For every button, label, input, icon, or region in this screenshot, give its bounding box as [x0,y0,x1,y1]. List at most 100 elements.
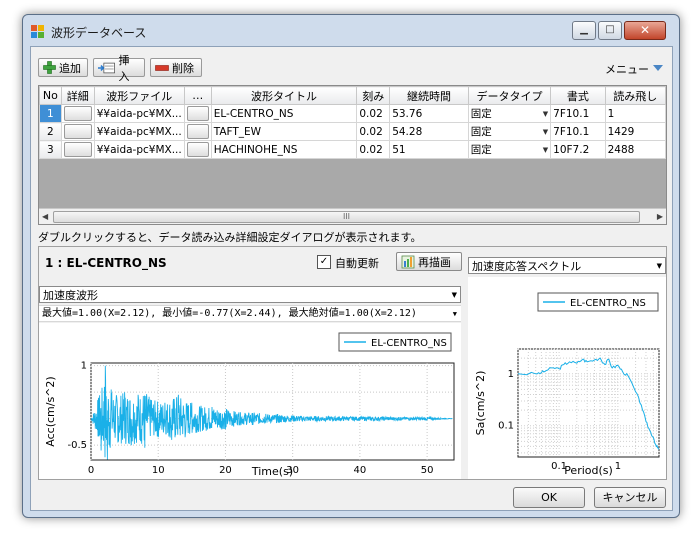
insert-label: 挿入 [118,53,130,83]
time-history-chart[interactable]: 0 10 20 30 40 501-0.5Time(s)Acc(cm/s^2)EL-CEN… [39,323,461,479]
browse-button[interactable] [186,124,209,139]
scroll-left-icon[interactable]: ◀ [42,212,48,221]
title-bar[interactable]: 波形データベース ▁ □ ✕ [23,15,679,47]
header-skip[interactable]: 読み飛し [604,86,666,105]
waveform-table: No 詳細 波形ファイル … 波形タイトル 刻み 継続時間 データタイプ 書式 … [39,86,666,159]
title-cell[interactable]: EL-CENTRO_NS [210,104,358,123]
file-cell[interactable]: ¥¥aida-pc¥MX... [93,122,185,141]
title-cell[interactable]: TAFT_EW [210,122,358,141]
table-row[interactable]: 3 ¥¥aida-pc¥MX... HACHINOHE_NS 0.02 51 固… [39,140,666,159]
wave-type-value: 加速度波形 [43,288,98,302]
close-button[interactable]: ✕ [624,21,666,40]
detail-button[interactable] [63,106,92,121]
response-spectrum-chart-panel: 0.1 1 1 0.1 Period(s) Sa(cm/s^2) EL-CENTRO_NS [468,277,666,479]
minimize-button[interactable]: ▁ [572,21,596,40]
skip-cell[interactable]: 2488 [604,140,666,159]
dropdown-arrow-icon[interactable]: ▼ [543,146,548,154]
maximize-button[interactable]: □ [598,21,622,40]
time-history-chart-panel: 0 10 20 30 40 50 1 -0.5 Time(s) Acc(cm/s^2) EL-CEN… [39,323,461,479]
x-tick-label: 50 [421,465,434,476]
y-axis-label: Acc(cm/s^2) [44,376,57,446]
format-cell[interactable]: 7F10.1 [550,122,606,141]
duration-cell[interactable]: 51 [389,140,469,159]
table-row[interactable]: 2 ¥¥aida-pc¥MX... TAFT_EW 0.02 54.28 固定 ▼… [39,122,666,141]
delete-button[interactable]: 削除 [150,58,202,77]
file-cell[interactable]: ¥¥aida-pc¥MX... [93,140,185,159]
detail-button[interactable] [63,124,92,139]
header-file[interactable]: 波形ファイル [93,86,185,105]
skip-cell[interactable]: 1429 [604,122,666,141]
ok-button[interactable]: OK [513,487,585,508]
row-number-cell[interactable]: 2 [39,122,62,141]
header-browse[interactable]: … [183,86,212,105]
duration-cell[interactable]: 54.28 [389,122,469,141]
file-cell[interactable]: ¥¥aida-pc¥MX... [93,104,185,123]
dropdown-arrow-icon: ▼ [656,261,662,270]
step-cell[interactable]: 0.02 [356,140,391,159]
menu-dropdown[interactable]: メニュー [605,61,649,77]
table-row[interactable]: 1 ¥¥aida-pc¥MX... EL-CENTRO_NS 0.02 53.7… [39,104,666,123]
format-cell[interactable]: 10F7.2 [550,140,606,159]
header-title[interactable]: 波形タイトル [210,86,358,105]
data-type-cell[interactable]: 固定 ▼ [467,122,552,141]
response-spectrum-chart[interactable]: 0.1 110.1Period(s)Sa(cm/s^2)EL-CENTRO_NS [468,277,666,479]
y-tick-label: -0.5 [67,440,87,451]
plus-icon [43,61,56,74]
database-app-icon [31,25,44,38]
dropdown-arrow-icon[interactable]: ▼ [453,306,457,322]
row-number-cell[interactable]: 3 [39,140,62,159]
scrollbar-thumb[interactable]: III [53,211,640,223]
insert-button[interactable]: 挿入 [93,54,145,83]
cancel-button[interactable]: キャンセル [594,487,666,508]
app-window: 波形データベース ▁ □ ✕ 追加 挿入 削除 メニュー No 詳細 波形ファイ… [22,14,680,518]
duration-cell[interactable]: 53.76 [389,104,469,123]
dropdown-arrow-icon[interactable]: ▼ [543,110,548,118]
spectrum-type-select[interactable]: 加速度応答スペクトル ▼ [468,257,666,274]
scroll-right-icon[interactable]: ▶ [657,212,663,221]
row-number-cell[interactable]: 1 [39,104,62,123]
x-axis-label: Period(s) [564,464,613,477]
header-detail[interactable]: 詳細 [60,86,95,105]
redraw-label: 再描画 [418,255,451,269]
spectrum-type-value: 加速度応答スペクトル [472,259,582,273]
add-button[interactable]: 追加 [38,58,88,77]
menu-chevron-icon[interactable] [653,65,663,71]
format-cell[interactable]: 7F10.1 [550,104,606,123]
wave-type-select[interactable]: 加速度波形 ▼ [39,286,461,303]
header-data-type[interactable]: データタイプ [467,86,552,105]
stats-text: 最大値=1.00(X=2.12), 最小値=-0.77(X=2.44), 最大絶… [42,308,417,319]
dropdown-arrow-icon[interactable]: ▼ [543,128,548,136]
x-tick-label: 40 [354,465,367,476]
header-step[interactable]: 刻み [356,86,391,105]
header-format[interactable]: 書式 [550,86,606,105]
step-cell[interactable]: 0.02 [356,104,391,123]
hint-text: ダブルクリックすると、データ読み込み詳細設定ダイアログが表示されます。 [38,231,422,244]
header-no[interactable]: No [39,86,62,105]
auto-update-label: 自動更新 [335,257,379,270]
data-type-cell[interactable]: 固定 ▼ [467,140,552,159]
plot-area [517,348,660,458]
redraw-button[interactable]: 再描画 [396,252,462,271]
step-cell[interactable]: 0.02 [356,122,391,141]
detail-button[interactable] [63,142,92,157]
delete-label: 削除 [172,61,194,75]
title-cell[interactable]: HACHINOHE_NS [210,140,358,159]
data-type-cell[interactable]: 固定 ▼ [467,104,552,123]
browse-button[interactable] [186,106,209,121]
legend-label: EL-CENTRO_NS [371,338,447,349]
waveform-grid[interactable]: No 詳細 波形ファイル … 波形タイトル 刻み 継続時間 データタイプ 書式 … [38,85,667,225]
table-header-row: No 詳細 波形ファイル … 波形タイトル 刻み 継続時間 データタイプ 書式 … [39,86,666,105]
skip-cell[interactable]: 1 [604,104,666,123]
auto-update-checkbox[interactable]: ✓ [317,255,331,269]
browse-cell [183,104,212,123]
x-axis-label: Time(s) [251,465,293,478]
y-tick-label: 0.1 [498,421,514,432]
browse-button[interactable] [186,142,209,157]
header-duration[interactable]: 継続時間 [389,86,469,105]
browse-cell [183,122,212,141]
dropdown-arrow-icon: ▼ [451,290,457,299]
x-tick-label: 0 [88,465,94,476]
horizontal-scrollbar[interactable]: ◀ III ▶ [39,208,666,224]
x-tick-label: 10 [152,465,165,476]
window-title: 波形データベース [51,26,147,40]
